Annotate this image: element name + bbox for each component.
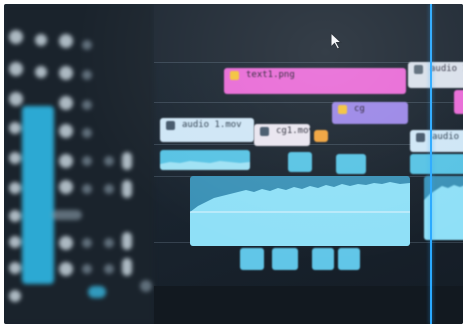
video-clip-icon <box>414 65 423 74</box>
track-knob <box>104 156 114 166</box>
track-knob <box>59 124 73 138</box>
clip-label: audio 1.mov <box>430 64 463 74</box>
clip-audio-1-mov: audio 1.mov <box>408 62 463 88</box>
video-clip-icon <box>416 133 425 142</box>
timeline-ruler <box>154 4 463 62</box>
track-knob <box>104 184 114 194</box>
image-clip-icon <box>338 105 347 114</box>
track-knob <box>59 154 73 168</box>
track-controls-panel <box>4 4 154 324</box>
track-knob <box>82 70 92 80</box>
video-clip-icon <box>260 127 269 136</box>
track-knob <box>140 280 152 292</box>
track-knob <box>59 96 73 110</box>
track-knob <box>82 264 92 274</box>
audio-waveform-clip <box>190 176 410 246</box>
clip-label: cg <box>354 104 365 114</box>
track-knob <box>9 210 21 222</box>
clip-cg: cg <box>332 102 408 124</box>
track-knob <box>9 30 23 44</box>
image-clip-icon <box>230 71 239 80</box>
track-knob <box>59 180 73 194</box>
track-knob <box>9 152 21 164</box>
audio-clip <box>336 154 366 174</box>
track-knob <box>82 238 92 248</box>
timeline-photo: text1.png audio 1.mov cg audio 1.mov cg1… <box>4 4 463 324</box>
track-knob <box>59 34 73 48</box>
clip-label: text1.png <box>246 70 295 80</box>
audio-clip <box>240 248 264 270</box>
track-knob <box>82 184 92 194</box>
track-toggle <box>88 286 106 298</box>
playhead-line <box>430 4 432 324</box>
video-clip-icon <box>166 121 175 130</box>
track-knob <box>9 92 23 106</box>
clip-audio-1-mov: audio 1.mov <box>160 118 254 142</box>
clip-marker <box>314 130 328 142</box>
timeline-area: text1.png audio 1.mov cg audio 1.mov cg1… <box>154 4 463 324</box>
track-knob <box>59 66 73 80</box>
track-knob <box>82 40 92 50</box>
track-knob <box>35 34 47 46</box>
track-knob <box>82 100 92 110</box>
audio-clip <box>410 154 463 174</box>
track-knob <box>59 236 73 250</box>
track-knob <box>35 66 47 78</box>
selected-track-highlight <box>22 106 54 284</box>
track-knob <box>9 122 21 134</box>
track-knob <box>122 180 132 198</box>
track-knob <box>9 262 21 274</box>
timeline-footer <box>154 286 463 324</box>
track-knob <box>59 262 73 276</box>
track-knob <box>122 232 132 250</box>
track-knob <box>82 156 92 166</box>
track-knob <box>122 258 132 276</box>
audio-clip <box>288 152 312 172</box>
clip-label: cg1.mov <box>276 126 310 136</box>
clip-label: audio 1.mov <box>182 120 242 130</box>
track-knob <box>122 152 132 170</box>
track-knob <box>9 182 21 194</box>
clip-image-partial <box>454 90 463 114</box>
clip-audio-1-mov: audio 1.mov <box>410 130 463 152</box>
track-knob <box>9 290 21 302</box>
clip-label: audio 1.mov <box>432 132 463 142</box>
track-knob <box>9 236 21 248</box>
audio-clip <box>272 248 298 270</box>
audio-clip <box>160 150 250 170</box>
clip-text1-png: text1.png <box>224 68 406 94</box>
audio-clip <box>338 248 360 270</box>
track-knob <box>9 62 23 76</box>
track-divider <box>154 102 463 103</box>
audio-clip <box>312 248 334 270</box>
track-knob <box>82 128 92 138</box>
track-knob <box>104 238 114 248</box>
track-knob <box>52 210 82 220</box>
clip-cg1-mov: cg1.mov <box>254 124 310 146</box>
track-knob <box>104 264 114 274</box>
